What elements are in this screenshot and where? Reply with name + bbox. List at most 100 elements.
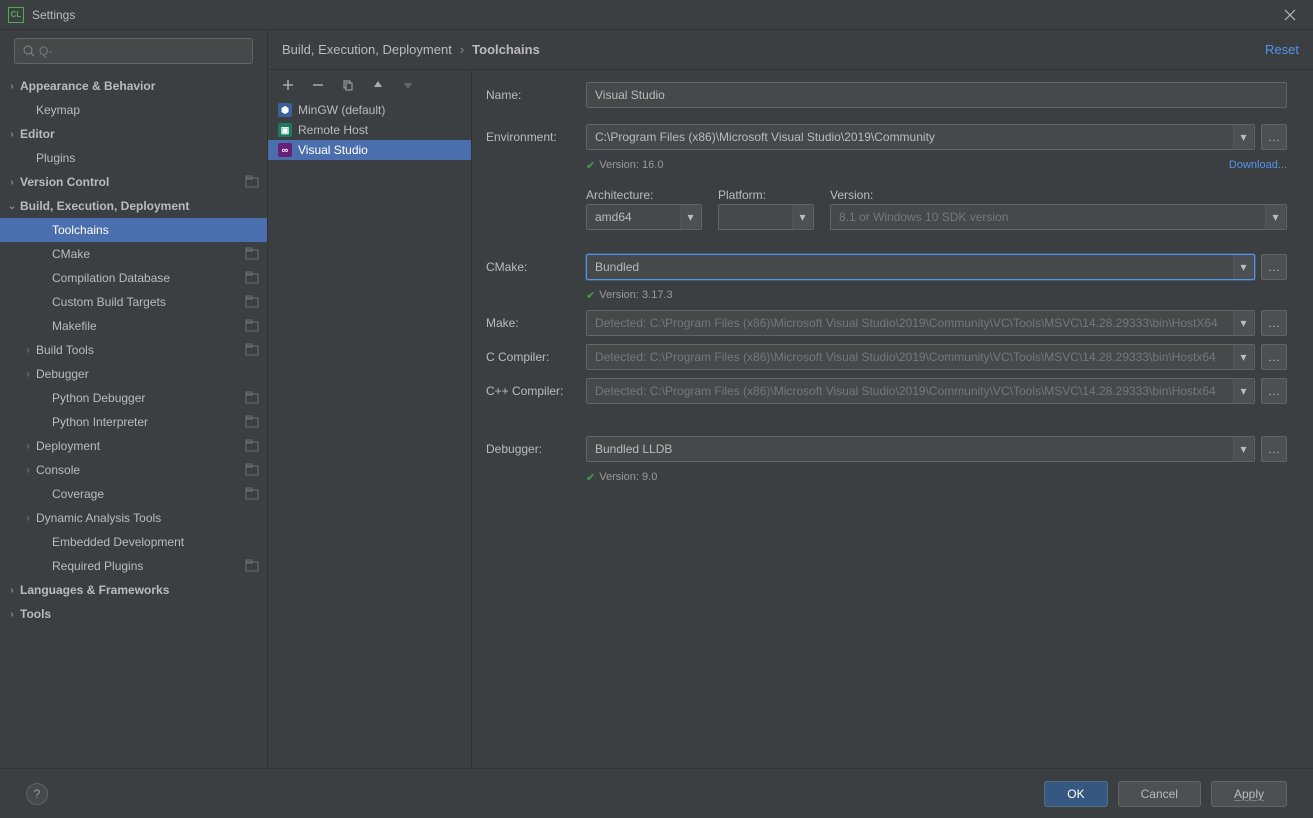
toolchain-item-label: Visual Studio (298, 143, 368, 157)
chevron-right-icon: › (4, 609, 20, 620)
cppcompiler-browse-button[interactable]: … (1261, 378, 1287, 404)
sidebar-item-label: Languages & Frameworks (20, 583, 259, 597)
sidebar-item-label: Required Plugins (52, 559, 241, 573)
architecture-combo[interactable]: amd64 ▾ (586, 204, 702, 230)
toolchain-item-remote-host[interactable]: ▣Remote Host (268, 120, 471, 140)
version-sdk-combo[interactable]: 8.1 or Windows 10 SDK version ▾ (830, 204, 1287, 230)
name-input[interactable]: Visual Studio (586, 82, 1287, 108)
debugger-browse-button[interactable]: … (1261, 436, 1287, 462)
cmake-version: Version: 3.17.3 (599, 289, 672, 301)
check-icon: ✔ (586, 471, 595, 484)
sidebar-item-plugins[interactable]: Plugins (0, 146, 267, 170)
close-button[interactable] (1275, 0, 1305, 30)
sidebar-item-label: Python Debugger (52, 391, 241, 405)
cppcompiler-combo[interactable]: Detected: C:\Program Files (x86)\Microso… (586, 378, 1255, 404)
debugger-combo[interactable]: Bundled LLDB ▾ (586, 436, 1255, 462)
sidebar-item-label: Build, Execution, Deployment (20, 199, 259, 213)
chevron-down-icon[interactable]: ▾ (1233, 311, 1253, 335)
chevron-right-icon: › (20, 441, 36, 452)
toolchain-list-panel: ⬢MinGW (default)▣Remote Host∞Visual Stud… (268, 70, 472, 768)
toolchain-item-mingw-default-[interactable]: ⬢MinGW (default) (268, 100, 471, 120)
breadcrumb-current: Toolchains (472, 42, 540, 57)
close-icon (1284, 9, 1296, 21)
platform-label: Platform: (718, 188, 830, 202)
sidebar-item-tools[interactable]: ›Tools (0, 602, 267, 626)
sidebar-item-languages-frameworks[interactable]: ›Languages & Frameworks (0, 578, 267, 602)
reset-link[interactable]: Reset (1265, 42, 1299, 57)
sidebar-item-keymap[interactable]: Keymap (0, 98, 267, 122)
settings-tree: ›Appearance & BehaviorKeymap›EditorPlugi… (0, 72, 267, 768)
project-scope-icon (245, 175, 259, 189)
sidebar-item-embedded-development[interactable]: Embedded Development (0, 530, 267, 554)
project-scope-icon (245, 463, 259, 477)
chevron-down-icon[interactable]: ▾ (1233, 345, 1253, 369)
add-toolchain-button[interactable] (280, 77, 296, 93)
move-up-button[interactable] (370, 77, 386, 93)
sidebar-item-debugger[interactable]: ›Debugger (0, 362, 267, 386)
title-bar: CL Settings (0, 0, 1313, 30)
ccompiler-browse-button[interactable]: … (1261, 344, 1287, 370)
arrow-up-icon (373, 80, 383, 90)
chevron-down-icon[interactable]: ▾ (1233, 437, 1253, 461)
sidebar-item-python-debugger[interactable]: Python Debugger (0, 386, 267, 410)
sidebar-item-deployment[interactable]: ›Deployment (0, 434, 267, 458)
version-sdk-label: Version: (830, 188, 1287, 202)
sidebar-item-label: Python Interpreter (52, 415, 241, 429)
project-scope-icon (245, 439, 259, 453)
project-scope-icon (245, 247, 259, 261)
sidebar-item-python-interpreter[interactable]: Python Interpreter (0, 410, 267, 434)
ok-button[interactable]: OK (1044, 781, 1107, 807)
sidebar-item-toolchains[interactable]: Toolchains (0, 218, 267, 242)
sidebar-item-label: Toolchains (52, 223, 259, 237)
sidebar-item-build-execution-deployment[interactable]: ⌄Build, Execution, Deployment (0, 194, 267, 218)
sidebar-item-label: Dynamic Analysis Tools (36, 511, 259, 525)
project-scope-icon (245, 391, 259, 405)
search-input[interactable]: Q- (14, 38, 253, 64)
breadcrumb-parent[interactable]: Build, Execution, Deployment (282, 42, 452, 57)
sidebar-item-label: Console (36, 463, 241, 477)
apply-button[interactable]: Apply (1211, 781, 1287, 807)
chevron-down-icon[interactable]: ▾ (792, 205, 812, 229)
sidebar-item-dynamic-analysis-tools[interactable]: ›Dynamic Analysis Tools (0, 506, 267, 530)
sidebar-item-appearance-behavior[interactable]: ›Appearance & Behavior (0, 74, 267, 98)
make-combo[interactable]: Detected: C:\Program Files (x86)\Microso… (586, 310, 1255, 336)
dialog-buttons: ? OK Cancel Apply (0, 768, 1313, 818)
sidebar-item-cmake[interactable]: CMake (0, 242, 267, 266)
copy-icon (342, 79, 354, 91)
sidebar-item-build-tools[interactable]: ›Build Tools (0, 338, 267, 362)
environment-browse-button[interactable]: … (1261, 124, 1287, 150)
platform-combo[interactable]: ▾ (718, 204, 814, 230)
chevron-down-icon[interactable]: ▾ (1265, 205, 1285, 229)
project-scope-icon (245, 559, 259, 573)
sidebar-item-custom-build-targets[interactable]: Custom Build Targets (0, 290, 267, 314)
remove-toolchain-button[interactable] (310, 77, 326, 93)
sidebar-item-coverage[interactable]: Coverage (0, 482, 267, 506)
download-link[interactable]: Download... (1229, 159, 1287, 171)
chevron-down-icon[interactable]: ▾ (1233, 255, 1253, 279)
environment-combo[interactable]: C:\Program Files (x86)\Microsoft Visual … (586, 124, 1255, 150)
search-placeholder: Q- (39, 44, 52, 58)
toolchain-item-visual-studio[interactable]: ∞Visual Studio (268, 140, 471, 160)
sidebar-item-makefile[interactable]: Makefile (0, 314, 267, 338)
move-down-button[interactable] (400, 77, 416, 93)
sidebar-item-compilation-database[interactable]: Compilation Database (0, 266, 267, 290)
chevron-down-icon[interactable]: ▾ (1233, 125, 1253, 149)
sidebar-item-console[interactable]: ›Console (0, 458, 267, 482)
cmake-combo[interactable]: Bundled ▾ (586, 254, 1255, 280)
chevron-down-icon[interactable]: ▾ (680, 205, 700, 229)
ccompiler-combo[interactable]: Detected: C:\Program Files (x86)\Microso… (586, 344, 1255, 370)
cmake-browse-button[interactable]: … (1261, 254, 1287, 280)
sidebar-item-label: Keymap (36, 103, 259, 117)
sidebar-item-required-plugins[interactable]: Required Plugins (0, 554, 267, 578)
sidebar-item-label: Appearance & Behavior (20, 79, 259, 93)
sidebar-item-version-control[interactable]: ›Version Control (0, 170, 267, 194)
sidebar-item-editor[interactable]: ›Editor (0, 122, 267, 146)
toolchain-item-label: MinGW (default) (298, 103, 385, 117)
copy-toolchain-button[interactable] (340, 77, 356, 93)
help-button[interactable]: ? (26, 783, 48, 805)
chevron-down-icon[interactable]: ▾ (1233, 379, 1253, 403)
cancel-button[interactable]: Cancel (1118, 781, 1201, 807)
environment-label: Environment: (486, 130, 586, 144)
make-browse-button[interactable]: … (1261, 310, 1287, 336)
breadcrumb: Build, Execution, Deployment › Toolchain… (268, 30, 1313, 70)
